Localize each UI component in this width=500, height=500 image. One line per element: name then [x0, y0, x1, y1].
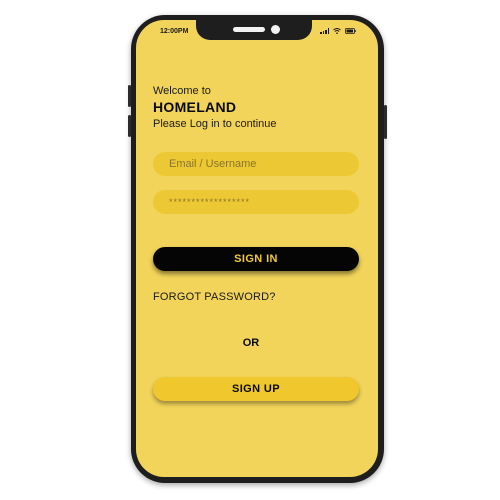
or-divider: OR [242, 337, 260, 349]
wifi-icon [333, 28, 341, 34]
forgot-password-link[interactable]: FORGOT PASSWORD? [153, 291, 276, 303]
welcome-text: Welcome to [153, 85, 211, 97]
status-time: 12:00PM [160, 28, 189, 35]
stage: 12:00PM Welcome to HOMELAND Please Log i… [0, 0, 500, 500]
status-icons [320, 28, 356, 34]
phone-side-button [128, 85, 131, 107]
login-subtitle: Please Log in to continue [153, 118, 277, 130]
sign-in-button[interactable]: SIGN IN [153, 247, 359, 271]
phone-power-button [384, 105, 387, 139]
app-title: HOMELAND [153, 99, 237, 115]
signal-icon [320, 28, 329, 34]
email-username-input[interactable] [153, 152, 359, 176]
battery-icon [345, 28, 356, 34]
notch [196, 20, 312, 40]
speaker-grille [233, 27, 265, 32]
front-camera [271, 25, 280, 34]
sign-up-button[interactable]: SIGN UP [153, 377, 359, 401]
phone-screen: 12:00PM Welcome to HOMELAND Please Log i… [136, 20, 378, 477]
phone-side-button [128, 115, 131, 137]
password-input[interactable] [153, 190, 359, 214]
